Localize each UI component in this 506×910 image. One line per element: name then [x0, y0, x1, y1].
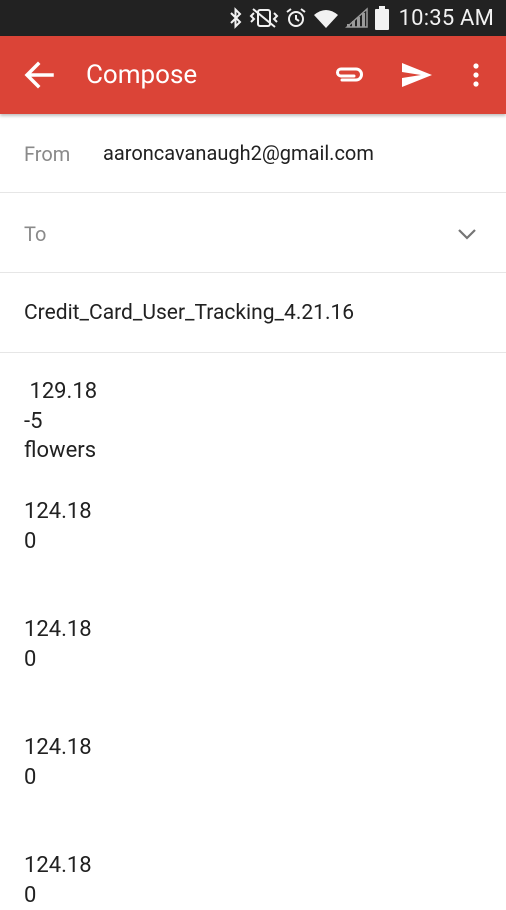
send-button[interactable]: [399, 59, 435, 91]
alarm-icon: [285, 7, 307, 29]
arrow-back-icon: [24, 61, 56, 89]
body-line: 124.18: [24, 733, 92, 763]
page-title: Compose: [86, 58, 197, 92]
more-options-button[interactable]: [466, 59, 486, 91]
from-row: From aaroncavanaugh2@gmail.com: [0, 114, 506, 193]
status-bar: 10:35 AM: [0, 0, 506, 36]
body-paragraph: 129.18 -5 flowers: [24, 377, 97, 466]
subject-field[interactable]: Credit_Card_User_Tracking_4.21.16: [24, 301, 354, 325]
body-paragraph: 124.18 0: [24, 497, 92, 556]
from-account-selector[interactable]: aaroncavanaugh2@gmail.com: [103, 141, 374, 165]
body-paragraph: 124.18 0: [24, 851, 92, 910]
body-line: 0: [24, 645, 92, 675]
vibrate-icon: [249, 7, 279, 29]
expand-cc-bcc-button[interactable]: [455, 222, 479, 246]
wifi-icon: [313, 7, 339, 29]
body-line: 0: [24, 527, 92, 557]
body-line: 124.18: [24, 851, 92, 881]
body-paragraph: 124.18 0: [24, 615, 92, 674]
body-line: 124.18: [24, 615, 92, 645]
chevron-down-icon: [455, 222, 479, 246]
body-line: 0: [24, 763, 92, 793]
bluetooth-icon: [229, 7, 243, 29]
to-row: To: [0, 193, 506, 273]
attach-button[interactable]: [332, 59, 366, 91]
send-icon: [399, 59, 435, 91]
to-recipient-input[interactable]: [80, 211, 414, 253]
attach-icon: [332, 59, 366, 91]
body-paragraph: 124.18 0: [24, 733, 92, 792]
app-bar: Compose: [0, 36, 506, 114]
body-line: 124.18: [24, 497, 92, 527]
to-label: To: [24, 222, 46, 246]
status-clock: 10:35 AM: [399, 6, 494, 31]
body-line: flowers: [24, 436, 97, 466]
from-label: From: [24, 142, 70, 166]
signal-icon: [345, 7, 369, 29]
back-button[interactable]: [24, 61, 56, 89]
more-vert-icon: [466, 59, 486, 91]
body-line: -5: [24, 407, 97, 437]
body-line: 0: [24, 881, 92, 910]
body-line: 129.18: [24, 377, 97, 407]
subject-row: Credit_Card_User_Tracking_4.21.16: [0, 273, 506, 353]
battery-icon: [375, 6, 389, 30]
